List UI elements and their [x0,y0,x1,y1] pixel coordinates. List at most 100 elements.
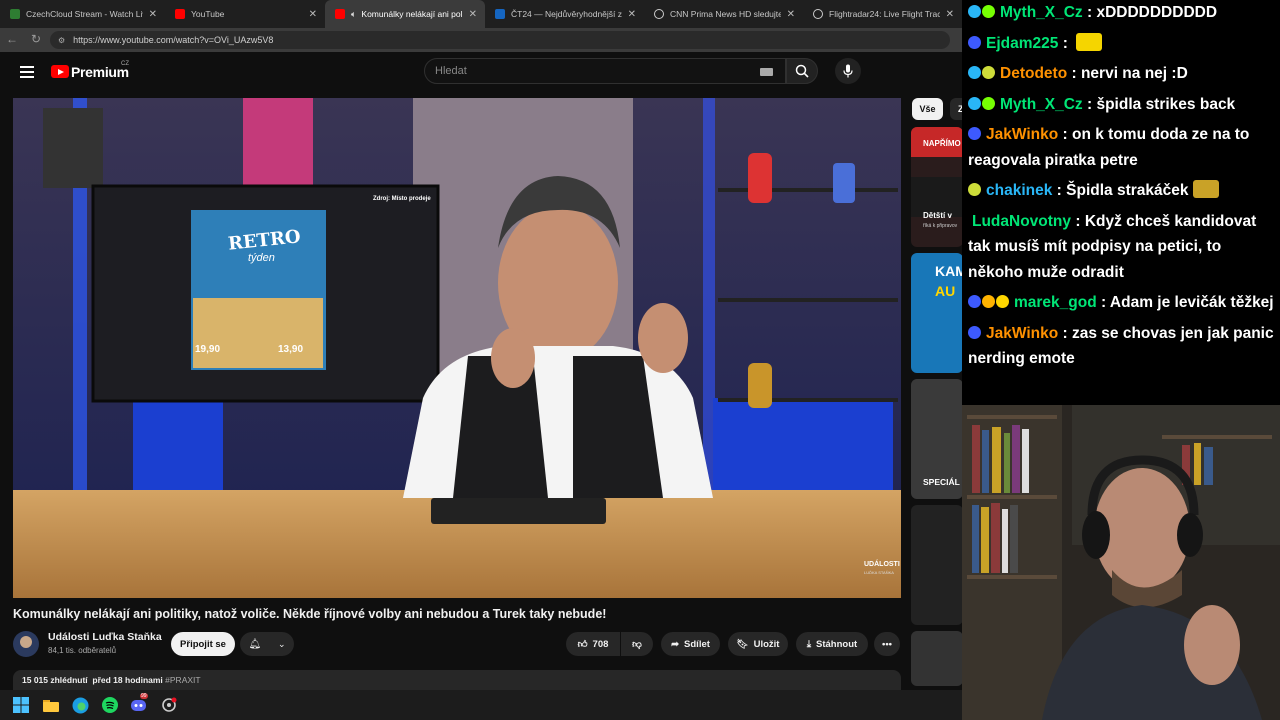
recommended-thumbnail[interactable] [911,631,963,686]
channel-name[interactable]: Události Luďka Staňka [48,631,162,643]
thumb-label: KAM [935,263,963,279]
browser-tab[interactable]: CzechCloud Stream - Watch Live o ✕ [0,0,165,28]
microphone-icon [843,64,853,78]
chat-separator: : [1058,324,1072,342]
close-icon[interactable]: ✕ [149,9,157,20]
chat-badge-icon [982,96,995,110]
chat-badge-icon [968,35,981,49]
tab-title: Komunálky nelákají ani politik [361,9,463,19]
search-input[interactable]: Hledat [424,58,786,84]
settings-icon[interactable] [159,695,179,715]
share-button[interactable]: ➦ Sdílet [661,632,720,656]
reload-icon[interactable]: ↻ [28,32,44,46]
close-icon[interactable]: ✕ [628,9,636,20]
browser-tab[interactable]: Flightradar24: Live Flight Tracker - ✕ [803,0,962,28]
chat-username[interactable]: Myth_X_Cz [1000,96,1083,113]
chat-username[interactable]: marek_god [1014,294,1097,311]
chat-message: marek_god : Adam je levičák těžkej [968,290,1276,316]
notification-button[interactable]: 🔔︎ ⌄ [240,632,294,656]
thumb-label-2: AU [935,283,956,299]
tab-title: Flightradar24: Live Flight Tracker - [829,9,940,19]
recommended-thumbnail[interactable]: NAPŘÍMO Dětští v říká k připravov [911,127,963,247]
chat-message: Detodeto : nervi na nej :D [968,61,1276,87]
site-info-icon[interactable]: ⚙︎ [58,36,65,45]
chat-separator: : [1052,182,1067,199]
close-icon[interactable]: ✕ [787,9,795,20]
windows-start-icon[interactable] [11,695,31,715]
thumb-label-2: Dětští v [923,211,952,220]
chat-separator: : [1067,65,1081,82]
edge-browser-icon[interactable] [70,695,90,715]
dislike-button[interactable]: 👎︎ [621,632,653,656]
discord-icon[interactable]: 99 [129,693,149,715]
poster-subtitle: týden [248,252,275,264]
tab-favicon-icon [495,9,505,19]
recommended-thumbnail[interactable]: KAM AU [911,253,963,373]
browser-tab[interactable]: CNN Prima News HD sledujte onl ✕ [644,0,803,28]
chat-message: LudaNovotny : Když chceš kandidovat tak … [968,209,1276,286]
file-explorer-icon[interactable] [41,695,61,715]
webcam-feed [962,405,1280,720]
channel-avatar[interactable] [13,631,39,657]
chat-badge-icon [968,66,981,79]
channel-watermark-sub: LUĎKA STAŇKA [864,570,894,575]
chat-separator: : [1096,294,1110,311]
chat-username[interactable]: JakWinko [986,325,1058,342]
search-button[interactable] [786,58,818,84]
close-icon[interactable]: ✕ [946,9,954,20]
tab-favicon-icon [10,9,20,19]
globe-icon [813,9,823,19]
video-title: Komunálky nelákají ani politiky, natož v… [13,607,607,621]
tab-title: CNN Prima News HD sledujte onl [670,9,781,19]
chat-username[interactable]: chakinek [986,182,1052,199]
recommended-thumbnail[interactable] [911,505,963,625]
thumb-label: SPECIÁL [923,477,960,487]
chat-username[interactable]: JakWinko [986,126,1058,143]
chat-emote-icon [1192,180,1219,198]
download-label: Stáhnout [816,638,858,650]
download-button[interactable]: ⤓ Stáhnout [796,632,868,656]
like-button[interactable]: 👍︎ 708 [566,632,620,656]
join-button[interactable]: Připojit se [171,632,235,656]
chevron-down-icon: ⌄ [278,638,286,649]
chat-text: Špidla strakáček [1066,182,1189,199]
chat-separator: : [1058,126,1072,143]
chat-badge-icon [968,127,981,140]
chat-username[interactable]: Ejdam225 [986,35,1058,52]
chat-username[interactable]: Myth_X_Cz [1000,4,1083,21]
keyboard-icon[interactable] [760,68,773,76]
chat-username[interactable]: Detodeto [1000,65,1067,82]
download-icon: ⤓ [806,638,812,650]
chat-emote-icon [1076,32,1103,51]
browser-tab[interactable]: YouTube ✕ [165,0,325,28]
url-field[interactable]: ⚙︎ https://www.youtube.com/watch?v=OVi_U… [50,31,950,49]
voice-search-button[interactable] [835,58,861,84]
more-icon: ••• [882,638,892,650]
youtube-logo-icon[interactable] [51,65,69,78]
chat-text: špidla strikes back [1096,95,1236,113]
close-icon[interactable]: ✕ [309,9,317,20]
chat-badge-icon [982,66,995,79]
chip-all[interactable]: Vše [912,98,943,120]
menu-icon[interactable] [20,66,34,78]
spotify-icon[interactable] [100,695,120,715]
chat-separator: : [1058,34,1073,52]
chat-badge-icon [968,183,981,196]
more-actions-button[interactable]: ••• [874,632,900,656]
close-icon[interactable]: ✕ [469,9,477,20]
upload-age: před 18 hodinami [92,675,163,685]
browser-tab-active[interactable]: 🔈︎ Komunálky nelákají ani politik ✕ [325,0,485,28]
description-box[interactable]: 15 015 zhlédnutí před 18 hodinami #PRAXI… [13,670,901,690]
recommended-thumbnail[interactable]: SPECIÁL [911,379,963,499]
browser-tab[interactable]: ČT24 — Nejdůvěryhodnější zprav ✕ [485,0,644,28]
bell-icon: 🔔︎ [248,638,262,650]
chat-username[interactable]: LudaNovotny [972,213,1071,230]
hashtag[interactable]: #PRAXIT [165,675,200,685]
save-button[interactable]: 🔖︎ Uložit [728,632,788,656]
back-icon[interactable]: ← [4,32,20,46]
chat-badge-icon [968,96,981,110]
video-player[interactable]: Zdroj: Místo prodeje RETRO týden 19,90 1… [13,98,901,598]
search-icon [795,64,809,78]
chat-message: JakWinko : zas se chovas jen jak panic n… [968,321,1276,372]
speaker-icon[interactable]: 🔈︎ [351,9,356,20]
